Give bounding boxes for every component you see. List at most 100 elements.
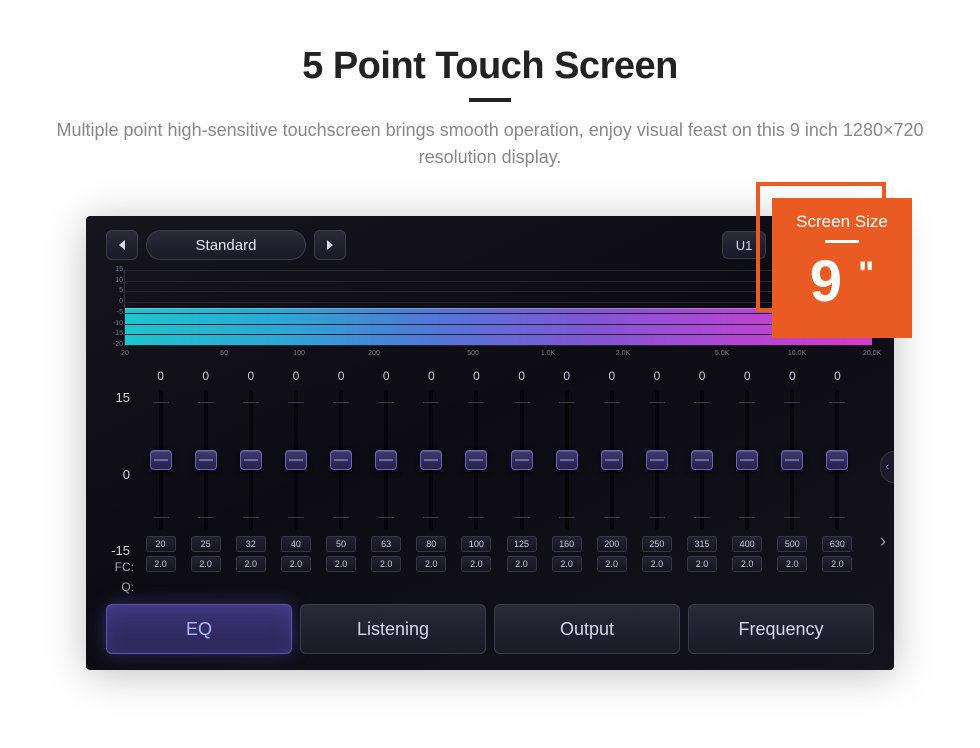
slider-handle[interactable] [195, 450, 217, 470]
band-q[interactable]: 2.0 [777, 556, 807, 572]
band-slider[interactable] [249, 390, 253, 530]
band-fc[interactable]: 100 [461, 536, 491, 552]
band-q[interactable]: 2.0 [281, 556, 311, 572]
y-tick: -15 [111, 543, 130, 558]
spectrum-x-tick: 20.0K [863, 350, 881, 357]
tab-eq[interactable]: EQ [106, 604, 292, 654]
page-subtitle: Multiple point high-sensitive touchscree… [55, 117, 925, 171]
preset-label[interactable]: Standard [146, 230, 306, 260]
tab-listening[interactable]: Listening [300, 604, 486, 654]
band-fc[interactable]: 500 [777, 536, 807, 552]
slider-handle[interactable] [511, 450, 533, 470]
eq-band-3: 0322.0 [228, 366, 273, 598]
band-fc[interactable]: 80 [416, 536, 446, 552]
band-value: 0 [473, 366, 480, 386]
band-q[interactable]: 2.0 [461, 556, 491, 572]
spectrum-x-tick: 50 [220, 350, 228, 357]
band-q[interactable]: 2.0 [597, 556, 627, 572]
slider-handle[interactable] [285, 450, 307, 470]
band-slider[interactable] [294, 390, 298, 530]
band-slider[interactable] [745, 390, 749, 530]
band-slider[interactable] [565, 390, 569, 530]
chevron-left-icon [117, 239, 127, 251]
band-slider[interactable] [474, 390, 478, 530]
band-q[interactable]: 2.0 [236, 556, 266, 572]
eq-band-11: 02002.0 [589, 366, 634, 598]
band-q[interactable]: 2.0 [822, 556, 852, 572]
band-q[interactable]: 2.0 [146, 556, 176, 572]
tab-frequency[interactable]: Frequency [688, 604, 874, 654]
slider-handle[interactable] [420, 450, 442, 470]
slider-handle[interactable] [375, 450, 397, 470]
next-bands-button[interactable]: › [872, 516, 894, 566]
tab-output[interactable]: Output [494, 604, 680, 654]
eq-area: 15 0 -15 FC: Q: 0202.00252.00322.00402.0… [106, 366, 874, 598]
band-slider[interactable] [159, 390, 163, 530]
band-fc[interactable]: 32 [236, 536, 266, 552]
spectrum-y-tick: -20 [103, 341, 123, 348]
band-q[interactable]: 2.0 [507, 556, 537, 572]
band-fc[interactable]: 250 [642, 536, 672, 552]
band-fc[interactable]: 25 [191, 536, 221, 552]
band-fc[interactable]: 20 [146, 536, 176, 552]
chevron-left-small-icon: ‹ [886, 461, 890, 473]
band-slider[interactable] [384, 390, 388, 530]
slider-handle[interactable] [556, 450, 578, 470]
band-value: 0 [744, 366, 751, 386]
preset-next-button[interactable] [314, 230, 346, 260]
slider-handle[interactable] [330, 450, 352, 470]
band-q[interactable]: 2.0 [191, 556, 221, 572]
band-fc[interactable]: 315 [687, 536, 717, 552]
preset-prev-button[interactable] [106, 230, 138, 260]
spectrum-y-tick: 0 [103, 298, 123, 305]
slider-handle[interactable] [781, 450, 803, 470]
slider-handle[interactable] [646, 450, 668, 470]
band-fc[interactable]: 40 [281, 536, 311, 552]
spectrum-y-tick: 15 [103, 266, 123, 273]
band-fc[interactable]: 200 [597, 536, 627, 552]
band-slider[interactable] [429, 390, 433, 530]
slider-handle[interactable] [240, 450, 262, 470]
band-q[interactable]: 2.0 [416, 556, 446, 572]
slider-handle[interactable] [736, 450, 758, 470]
band-fc[interactable]: 630 [822, 536, 852, 552]
band-value: 0 [428, 366, 435, 386]
band-slider[interactable] [835, 390, 839, 530]
eq-band-5: 0502.0 [319, 366, 364, 598]
spectrum-x-tick: 5.0K [715, 350, 729, 357]
band-q[interactable]: 2.0 [371, 556, 401, 572]
band-fc[interactable]: 400 [732, 536, 762, 552]
side-collapse-tab[interactable]: ‹ [880, 451, 894, 483]
band-slider[interactable] [610, 390, 614, 530]
band-q[interactable]: 2.0 [642, 556, 672, 572]
eq-band-8: 0 100 2.0 [454, 366, 499, 598]
y-tick: 0 [123, 467, 130, 482]
band-fc[interactable]: 160 [552, 536, 582, 552]
eq-band-10: 01602.0 [544, 366, 589, 598]
band-slider[interactable] [339, 390, 343, 530]
band-q[interactable]: 2.0 [732, 556, 762, 572]
eq-band-4: 0402.0 [273, 366, 318, 598]
band-slider[interactable] [700, 390, 704, 530]
band-slider[interactable] [655, 390, 659, 530]
slider-handle[interactable] [691, 450, 713, 470]
band-slider[interactable] [204, 390, 208, 530]
chevron-right-icon [325, 239, 335, 251]
band-slider[interactable] [790, 390, 794, 530]
band-fc[interactable]: 125 [507, 536, 537, 552]
slider-handle[interactable] [601, 450, 623, 470]
slider-handle[interactable] [465, 450, 487, 470]
band-q[interactable]: 2.0 [552, 556, 582, 572]
callout-unit: " [858, 255, 874, 294]
band-slider[interactable] [520, 390, 524, 530]
spectrum-x-tick: 1.0K [541, 350, 555, 357]
spectrum-y-tick: -10 [103, 320, 123, 327]
band-fc[interactable]: 63 [371, 536, 401, 552]
band-q[interactable]: 2.0 [326, 556, 356, 572]
eq-band-7: 0 80 2.0 [409, 366, 454, 598]
slider-handle[interactable] [150, 450, 172, 470]
spectrum-x-tick: 100 [293, 350, 305, 357]
slider-handle[interactable] [826, 450, 848, 470]
band-q[interactable]: 2.0 [687, 556, 717, 572]
band-fc[interactable]: 50 [326, 536, 356, 552]
